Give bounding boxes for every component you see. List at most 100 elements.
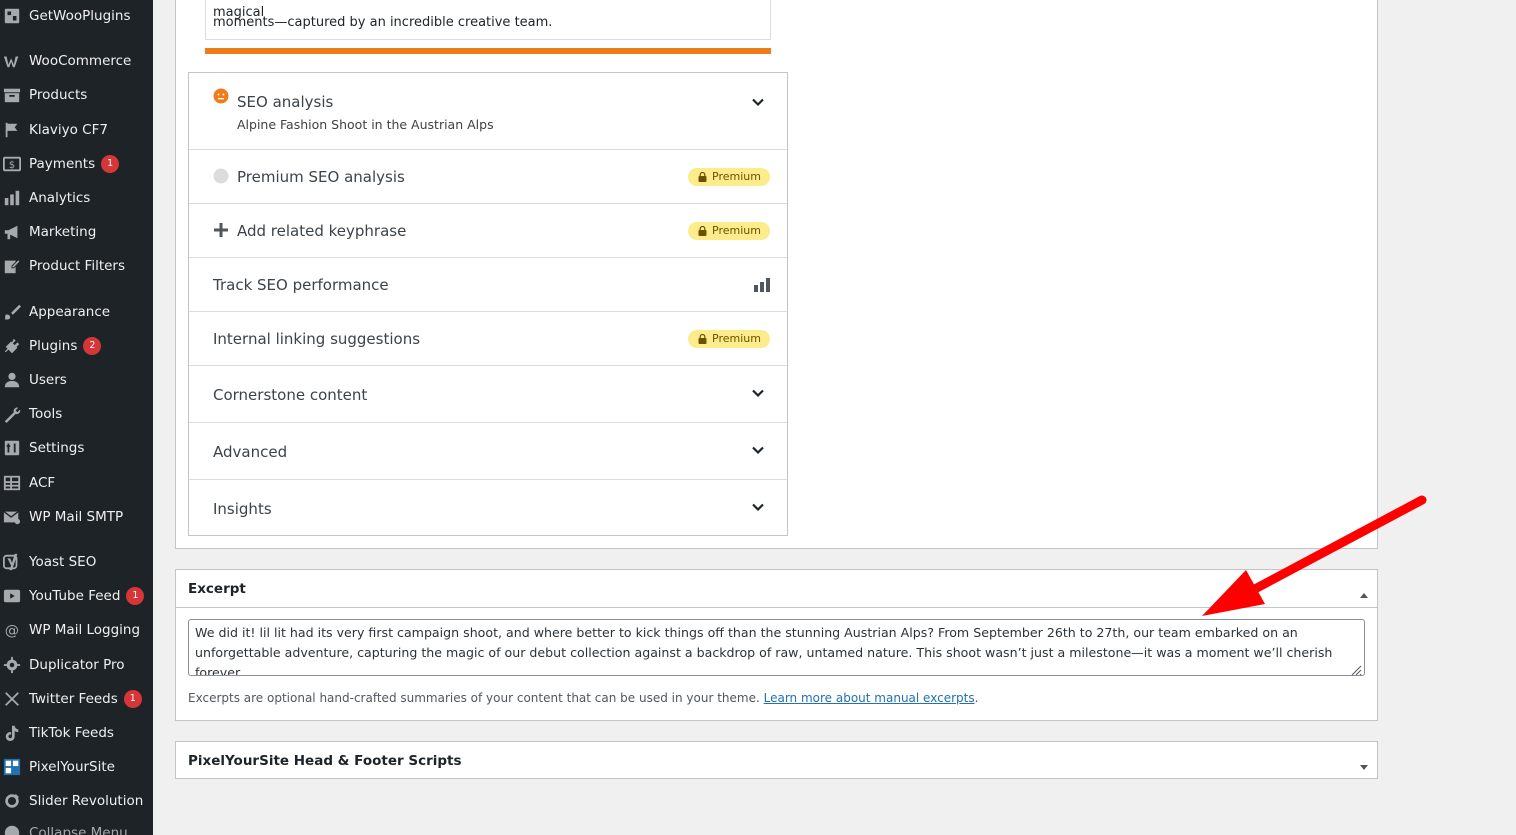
chevron-down-icon[interactable] [751, 95, 765, 109]
sidebar-item-label: Slider Revolution [29, 793, 144, 809]
sidebar-item-label: Plugins [29, 338, 78, 354]
notification-badge: 1 [101, 155, 120, 173]
sidebar-item-wp-mail-logging[interactable]: @ WP Mail Logging [0, 615, 153, 645]
svg-text:$: $ [9, 160, 15, 171]
sidebar-item-marketing[interactable]: Marketing [0, 217, 153, 247]
advanced-title: Advanced [213, 443, 288, 461]
chevron-down-icon[interactable] [751, 443, 765, 457]
sidebar-item-plugins[interactable]: Plugins 2 [0, 331, 153, 361]
add-related-keyphrase-section[interactable]: Add related keyphrase Premium [189, 204, 787, 258]
sidebar-item-payments[interactable]: $ Payments 1 [0, 149, 153, 179]
sidebar-item-users[interactable]: Users [0, 365, 153, 395]
plug-icon [0, 337, 29, 355]
sidebar-item-settings[interactable]: Settings [0, 433, 153, 463]
sidebar-item-label: Yoast SEO [29, 554, 97, 570]
sidebar-item-label: Appearance [29, 304, 111, 320]
pixelyoursite-icon [0, 758, 29, 776]
sidebar-item-label: Duplicator Pro [29, 657, 125, 673]
plus-icon [214, 223, 230, 239]
sidebar-item-label: Collapse Menu [29, 825, 128, 835]
edit-icon [0, 257, 29, 275]
add-related-keyphrase-title: Add related keyphrase [237, 222, 407, 240]
sidebar-item-product-filters[interactable]: Product Filters [0, 251, 153, 281]
sidebar-item-slider-revolution[interactable]: Slider Revolution [0, 786, 153, 816]
archive-icon [0, 86, 29, 104]
yoast-icon [0, 553, 29, 571]
tiktok-icon [0, 724, 29, 742]
premium-badge: Premium [688, 168, 770, 186]
sidebar-item-duplicator-pro[interactable]: Duplicator Pro [0, 650, 153, 680]
sidebar-item-label: Products [29, 87, 88, 103]
mail-icon [0, 508, 29, 526]
pixelyoursite-metabox[interactable]: PixelYourSite Head & Footer Scripts [175, 741, 1378, 779]
sidebar-item-woocommerce[interactable]: WooCommerce [0, 46, 153, 76]
sidebar-item-twitter-feeds[interactable]: Twitter Feeds 1 [0, 684, 153, 714]
expand-triangle-down-icon[interactable] [1359, 757, 1369, 770]
notification-badge: 1 [123, 690, 142, 708]
excerpt-title: Excerpt [188, 581, 246, 597]
notification-badge: 1 [126, 587, 145, 605]
resize-grip-icon[interactable] [1350, 661, 1362, 676]
cornerstone-content-title: Cornerstone content [213, 386, 368, 404]
sidebar-item-analytics[interactable]: Analytics [0, 183, 153, 213]
sidebar-item-appearance[interactable]: Appearance [0, 297, 153, 327]
chevron-down-icon[interactable] [751, 500, 765, 514]
cornerstone-content-section[interactable]: Cornerstone content [189, 366, 787, 423]
sidebar-item-label: Product Filters [29, 258, 126, 274]
settings-icon [0, 439, 29, 457]
excerpt-help-text: Excerpts are optional hand-crafted summa… [188, 691, 979, 705]
wrench-icon [0, 405, 29, 423]
premium-seo-analysis-section[interactable]: Premium SEO analysis Premium [189, 150, 787, 204]
plugin-grid-icon [0, 7, 29, 25]
woocommerce-icon [0, 52, 29, 70]
sidebar-item-acf[interactable]: ACF [0, 468, 153, 498]
lock-icon [698, 226, 707, 236]
chevron-down-icon[interactable] [751, 386, 765, 400]
brush-icon [0, 303, 29, 321]
lock-icon [698, 172, 707, 182]
sidebar-item-label: TikTok Feeds [29, 725, 114, 741]
flag-icon [0, 121, 29, 139]
seo-analysis-section[interactable]: SEO analysis Alpine Fashion Shoot in the… [189, 73, 787, 150]
sidebar-item-getwooplugins[interactable]: GetWooPlugins [0, 1, 153, 31]
sidebar-item-label: WooCommerce [29, 53, 132, 69]
sidebar-item-youtube-feed[interactable]: YouTube Feed 1 [0, 581, 153, 611]
sidebar-item-label: Users [29, 372, 67, 388]
sidebar-item-label: Marketing [29, 224, 97, 240]
sidebar-item-label: PixelYourSite [29, 759, 115, 775]
sidebar-item-label: WP Mail Logging [29, 622, 141, 638]
sidebar-item-label: Payments [29, 156, 96, 172]
sidebar-collapse-menu[interactable]: Collapse Menu [0, 818, 153, 835]
bar-chart-icon [0, 189, 29, 207]
sidebar-item-label: Analytics [29, 190, 91, 206]
premium-seo-analysis-title: Premium SEO analysis [237, 168, 405, 186]
advanced-section[interactable]: Advanced [189, 423, 787, 480]
learn-more-excerpts-link[interactable]: Learn more about manual excerpts [764, 691, 975, 705]
megaphone-icon [0, 223, 29, 241]
orange-face-icon [213, 88, 229, 104]
insights-section[interactable]: Insights [189, 480, 787, 535]
admin-sidebar: GetWooPlugins WooCommerce Products Klavi… [0, 0, 153, 835]
seo-analysis-keyphrase: Alpine Fashion Shoot in the Austrian Alp… [237, 117, 494, 132]
user-icon [0, 371, 29, 389]
sidebar-item-products[interactable]: Products [0, 80, 153, 110]
sidebar-item-label: Settings [29, 440, 85, 456]
sidebar-item-wp-mail-smtp[interactable]: WP Mail SMTP [0, 502, 153, 532]
sidebar-item-tools[interactable]: Tools [0, 399, 153, 429]
sidebar-item-yoast-seo[interactable]: Yoast SEO [0, 547, 153, 577]
internal-linking-suggestions-section[interactable]: Internal linking suggestions Premium [189, 312, 787, 366]
sidebar-item-label: GetWooPlugins [29, 8, 131, 24]
premium-badge: Premium [688, 330, 770, 348]
svg-text:@: @ [5, 623, 19, 639]
red-arrow-annotation [1202, 495, 1427, 616]
x-logo-icon [0, 690, 29, 708]
yoast-sections-list: SEO analysis Alpine Fashion Shoot in the… [188, 72, 788, 536]
sidebar-item-klaviyo-cf7[interactable]: Klaviyo CF7 [0, 115, 153, 145]
excerpt-textarea[interactable]: We did it! lil lit had its very first ca… [188, 619, 1365, 676]
snippet-preview-description: storms to stunning visuals, our first co… [205, 0, 771, 40]
dollar-icon: $ [0, 155, 29, 173]
track-seo-performance-section[interactable]: Track SEO performance [189, 258, 787, 312]
sidebar-item-label: Tools [29, 406, 63, 422]
sidebar-item-pixelyoursite[interactable]: PixelYourSite [0, 752, 153, 782]
sidebar-item-tiktok-feeds[interactable]: TikTok Feeds [0, 718, 153, 748]
